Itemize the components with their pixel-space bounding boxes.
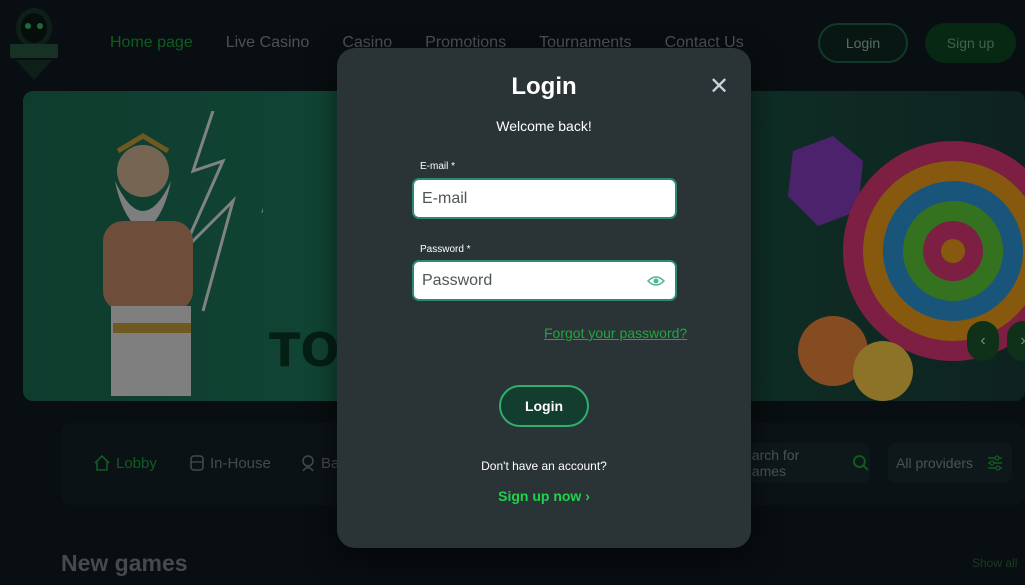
password-label: Password *	[420, 244, 471, 255]
signup-now-link[interactable]: Sign up now ›	[337, 488, 751, 504]
modal-subtitle: Welcome back!	[496, 118, 592, 134]
forgot-password-link[interactable]: Forgot your password?	[544, 325, 687, 341]
email-placeholder: E-mail	[422, 189, 468, 207]
email-field[interactable]: E-mail	[412, 178, 677, 219]
no-account-text: Don't have an account?	[481, 459, 607, 473]
close-icon[interactable]: ✕	[707, 75, 731, 100]
chevron-right-icon: ›	[585, 488, 590, 504]
login-button[interactable]: Login	[499, 385, 589, 427]
password-field[interactable]: Password	[412, 260, 677, 301]
eye-icon[interactable]	[647, 273, 665, 289]
signup-now-label: Sign up now	[498, 488, 582, 504]
modal-title: Login	[511, 73, 577, 100]
login-modal: Login ✕ Welcome back! E-mail * E-mail Pa…	[337, 48, 751, 548]
email-label: E-mail *	[420, 161, 456, 172]
password-placeholder: Password	[422, 271, 493, 289]
